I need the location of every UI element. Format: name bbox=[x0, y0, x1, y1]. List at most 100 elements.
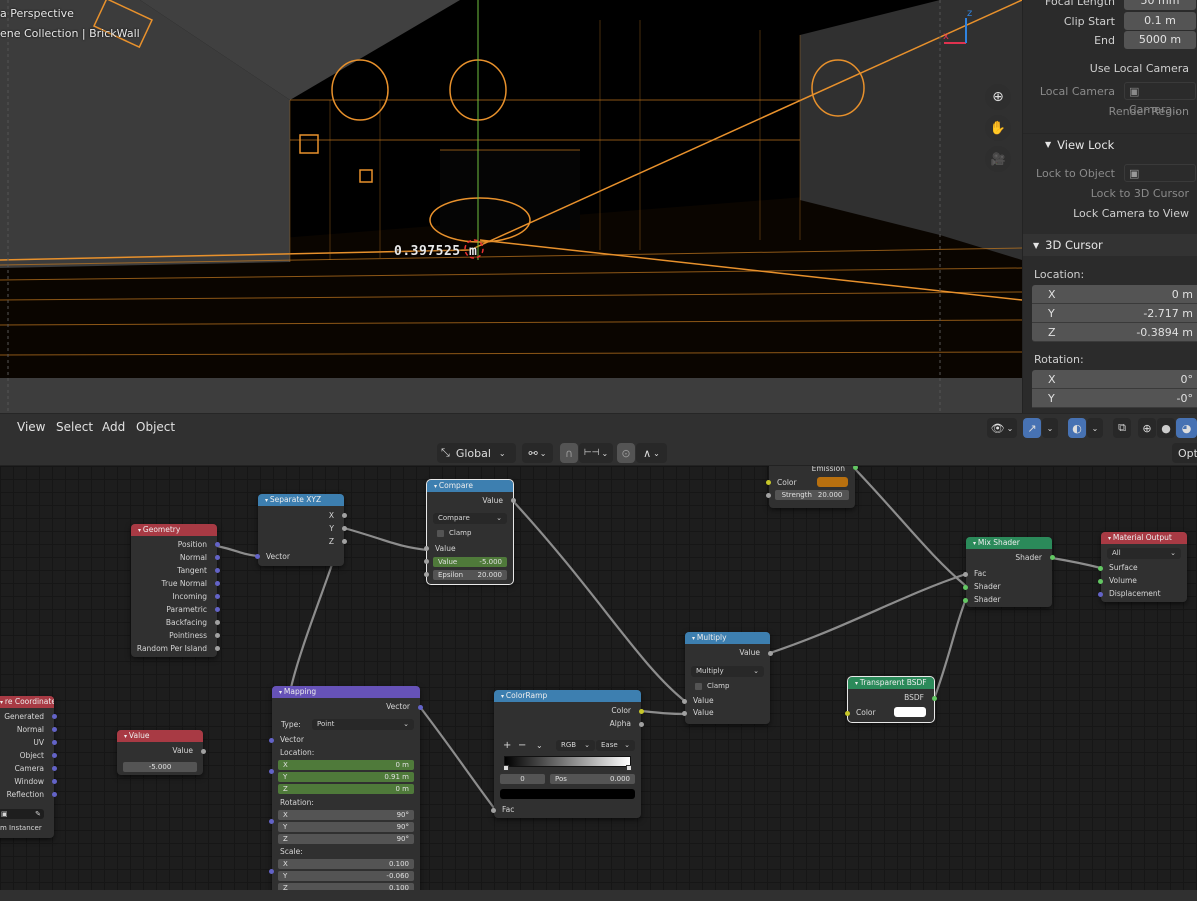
strength-field[interactable]: Strength 20.000 bbox=[775, 490, 849, 500]
mapping-rotation-y[interactable]: Y 90° bbox=[278, 822, 414, 832]
3d-cursor-header[interactable]: ▼ 3D Cursor bbox=[1023, 234, 1197, 256]
lock-object-field[interactable]: ▣ bbox=[1124, 164, 1196, 182]
emission-color-swatch[interactable] bbox=[817, 477, 848, 487]
socket-dot[interactable] bbox=[639, 722, 644, 727]
socket-dot[interactable] bbox=[215, 646, 220, 651]
socket-dot[interactable] bbox=[768, 651, 773, 656]
focal-length-field[interactable]: 50 mm bbox=[1124, 0, 1196, 10]
mapping-type-dropdown[interactable]: Point ⌄ bbox=[312, 719, 414, 730]
socket-dot[interactable] bbox=[491, 808, 496, 813]
overlay-toggle[interactable]: ◐ bbox=[1068, 418, 1086, 438]
socket-dot[interactable] bbox=[201, 749, 206, 754]
ramp-menu-chevron-icon[interactable]: ⌄ bbox=[536, 741, 543, 750]
compare-mode-dropdown[interactable]: Compare ⌄ bbox=[433, 513, 507, 524]
socket-dot[interactable] bbox=[932, 696, 937, 701]
pan-view-button[interactable]: ✋ bbox=[985, 115, 1011, 141]
mapping-scale-y[interactable]: Y -0.060 bbox=[278, 871, 414, 881]
math-mode-dropdown[interactable]: Multiply ⌄ bbox=[691, 666, 764, 677]
object-picker[interactable]: ▣ ✎ bbox=[0, 809, 44, 819]
menu-object[interactable]: Object bbox=[136, 420, 175, 434]
socket-dot[interactable] bbox=[845, 711, 850, 716]
cursor-location-x[interactable]: X 0 m bbox=[1032, 285, 1197, 304]
lock-to-cursor-toggle[interactable]: Lock to 3D Cursor bbox=[1091, 187, 1189, 200]
transform-orientation-dropdown[interactable]: ⤡ Global ⌄ bbox=[437, 443, 516, 463]
node-canvas[interactable]: Emission Color Strength 20.000 Geometry P… bbox=[0, 466, 1197, 890]
socket-dot[interactable] bbox=[424, 546, 429, 551]
shading-wireframe-button[interactable]: ⊕ bbox=[1138, 418, 1156, 438]
socket-dot[interactable] bbox=[215, 620, 220, 625]
stop-position-field[interactable]: Pos 0.000 bbox=[550, 774, 635, 784]
socket-dot[interactable] bbox=[963, 572, 968, 577]
mapping-location-z[interactable]: Z 0 m bbox=[278, 784, 414, 794]
local-camera-field[interactable]: ▣ Camera... bbox=[1124, 82, 1196, 116]
socket-dot[interactable] bbox=[215, 568, 220, 573]
clip-end-field[interactable]: 5000 m bbox=[1124, 31, 1196, 49]
socket-dot[interactable] bbox=[963, 585, 968, 590]
remove-stop-button[interactable]: − bbox=[518, 740, 526, 751]
epsilon-field[interactable]: Epsilon 20.000 bbox=[433, 570, 507, 580]
shading-material-button[interactable]: ◕ bbox=[1176, 418, 1197, 438]
use-local-camera-toggle[interactable]: Use Local Camera bbox=[1090, 62, 1189, 75]
mapping-rotation-z[interactable]: Z 90° bbox=[278, 834, 414, 844]
texture-coordinate-node[interactable]: re Coordinate Generated Normal UV Object Cam… bbox=[0, 696, 57, 838]
output-target-dropdown[interactable]: All ⌄ bbox=[1107, 548, 1181, 559]
compare-value-field[interactable]: Value -5.000 bbox=[433, 557, 507, 567]
clip-start-field[interactable]: 0.1 m bbox=[1124, 12, 1196, 30]
gizmo-toggle[interactable]: ↗ bbox=[1023, 418, 1041, 438]
socket-dot[interactable] bbox=[682, 711, 687, 716]
from-instancer-label[interactable]: m Instancer bbox=[0, 824, 42, 832]
socket-dot[interactable] bbox=[255, 554, 260, 559]
menu-select[interactable]: Select bbox=[56, 420, 93, 434]
interpolation-dropdown[interactable]: Ease ⌄ bbox=[596, 740, 635, 751]
menu-view[interactable]: View bbox=[17, 420, 45, 434]
socket-dot[interactable] bbox=[424, 559, 429, 564]
socket-dot[interactable] bbox=[682, 699, 687, 704]
proportional-edit-toggle[interactable]: ⊙ bbox=[617, 443, 635, 463]
color-mode-dropdown[interactable]: RGB ⌄ bbox=[556, 740, 595, 751]
cursor-location-z[interactable]: Z -0.3894 m bbox=[1032, 323, 1197, 342]
transparent-bsdf-node[interactable]: Transparent BSDF BSDF Color bbox=[845, 676, 937, 723]
socket-dot[interactable] bbox=[639, 709, 644, 714]
socket-dot[interactable] bbox=[1098, 566, 1103, 571]
mapping-scale-x[interactable]: X 0.100 bbox=[278, 859, 414, 869]
clamp-checkbox[interactable]: Clamp bbox=[695, 682, 729, 690]
socket-dot[interactable] bbox=[342, 539, 347, 544]
gizmo-dropdown[interactable]: ⌄ bbox=[1042, 418, 1058, 438]
mapping-scale-z[interactable]: Z 0.100 bbox=[278, 883, 414, 890]
socket-dot[interactable] bbox=[215, 581, 220, 586]
colorramp-node[interactable]: ColorRamp Color Alpha + − ⌄ RGB ⌄ Ease ⌄ 0… bbox=[491, 690, 644, 818]
socket-dot[interactable] bbox=[418, 705, 423, 710]
ramp-stop-black[interactable] bbox=[503, 765, 509, 771]
view-lock-header[interactable]: ▼ View Lock bbox=[1023, 133, 1197, 155]
xray-toggle[interactable]: ⧉ bbox=[1113, 418, 1131, 438]
snap-toggle[interactable]: ∩ bbox=[560, 443, 578, 463]
compare-node[interactable]: Compare Value Compare ⌄ Clamp Value Value… bbox=[424, 479, 516, 585]
emission-node[interactable]: Emission Color Strength 20.000 bbox=[766, 466, 858, 508]
clamp-checkbox[interactable]: Clamp bbox=[437, 529, 471, 537]
socket-dot[interactable] bbox=[52, 792, 57, 797]
checkbox[interactable] bbox=[695, 682, 702, 690]
socket-dot[interactable] bbox=[52, 753, 57, 758]
socket-dot[interactable] bbox=[269, 869, 274, 874]
falloff-dropdown[interactable]: ∧ ⌄ bbox=[636, 443, 667, 463]
socket-dot[interactable] bbox=[1098, 579, 1103, 584]
socket-dot[interactable] bbox=[52, 714, 57, 719]
options-dropdown[interactable]: Opt bbox=[1172, 443, 1197, 463]
socket-dot[interactable] bbox=[424, 572, 429, 577]
cursor-rotation-x[interactable]: X 0° bbox=[1032, 370, 1197, 389]
geometry-node[interactable]: Geometry Position Normal Tangent True Norma… bbox=[131, 524, 220, 657]
socket-dot[interactable] bbox=[52, 779, 57, 784]
mapping-rotation-x[interactable]: X 90° bbox=[278, 810, 414, 820]
cursor-location-y[interactable]: Y -2.717 m bbox=[1032, 304, 1197, 323]
multiply-node[interactable]: Multiply Value Multiply ⌄ Clamp Value Val… bbox=[682, 632, 773, 724]
socket-dot[interactable] bbox=[215, 607, 220, 612]
overlay-dropdown[interactable]: ⌄ bbox=[1087, 418, 1103, 438]
material-output-node[interactable]: Material Output All ⌄ Surface Volume Disp… bbox=[1098, 532, 1187, 602]
mapping-location-y[interactable]: Y 0.91 m bbox=[278, 772, 414, 782]
socket-dot[interactable] bbox=[215, 633, 220, 638]
socket-dot[interactable] bbox=[1050, 555, 1055, 560]
socket-dot[interactable] bbox=[766, 493, 771, 498]
camera-view-button[interactable]: 🎥 bbox=[985, 146, 1011, 172]
separate-xyz-node[interactable]: Separate XYZ X Y Z Vector bbox=[255, 494, 347, 566]
snap-target-dropdown[interactable]: ⊢⊣ ⌄ bbox=[579, 443, 613, 463]
